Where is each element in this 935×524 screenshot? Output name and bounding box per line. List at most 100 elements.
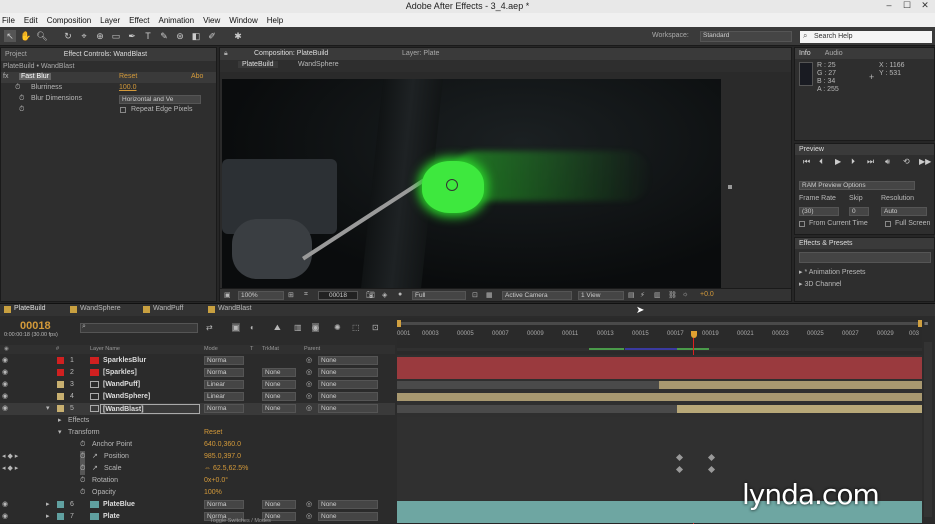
property-row[interactable]: ▸ Effects [0, 415, 395, 427]
comp-viewer[interactable] [222, 79, 721, 289]
transform-reset[interactable]: Reset [204, 427, 222, 439]
position-value[interactable]: 985.0,397.0 [204, 451, 241, 463]
property-row[interactable]: ⏱ Anchor Point 640.0,360.0 [0, 439, 395, 451]
clone-tool-icon[interactable]: ⊛ [174, 30, 186, 42]
next-frame-icon[interactable]: ⏵ [851, 157, 855, 167]
reset-link[interactable]: Reset [119, 73, 137, 80]
mode-dropdown[interactable]: Linear [204, 392, 244, 401]
from-current-checkbox[interactable] [799, 221, 805, 227]
mode-dropdown[interactable]: Linear [204, 380, 244, 389]
timeline-scrollbar[interactable] [924, 342, 932, 517]
work-area-end[interactable] [918, 320, 922, 327]
motion-blur-icon[interactable]: ◉ [312, 323, 319, 332]
layer-name[interactable]: [WandPuff] [103, 379, 140, 391]
eye-icon[interactable]: ◉ [2, 511, 8, 523]
parent-dropdown[interactable]: None [318, 500, 378, 509]
tab-composition[interactable]: Composition: PlateBuild [254, 48, 328, 59]
graph-icon[interactable]: ↗ [92, 463, 98, 475]
puppet-tool-icon[interactable]: ✱ [232, 30, 244, 42]
track-bar-wandsphere[interactable] [397, 393, 922, 401]
roto-brush-icon[interactable]: ✐ [206, 30, 218, 42]
preset-3d-channel[interactable]: ▸ 3D Channel [799, 280, 841, 288]
brainstorm-icon[interactable]: ✺ [334, 323, 341, 332]
playhead-handle[interactable] [691, 331, 697, 338]
mode-dropdown[interactable]: Norma [204, 368, 244, 377]
anchor-point-icon[interactable] [446, 179, 458, 191]
exposure-icon[interactable]: ☼ [682, 291, 688, 298]
time-ruler[interactable]: 0001 00003 00005 00007 00009 00011 00013… [397, 318, 922, 354]
hand-tool-icon[interactable]: ✋ [20, 30, 32, 42]
layer-row[interactable]: ◉ 2 [Sparkles] Norma None ◎ None [0, 367, 395, 379]
keyframe-nav-icon[interactable]: ◂ ◆ ▸ [2, 451, 18, 463]
menu-composition[interactable]: Composition [47, 16, 91, 25]
selection-tool-icon[interactable]: ↖ [4, 30, 16, 42]
prev-frame-icon[interactable]: ⏴ [819, 157, 823, 167]
expand-icon[interactable]: ⊡ [372, 323, 379, 332]
trkmat-dropdown[interactable]: None [262, 368, 296, 377]
layer-name[interactable]: SparklesBlur [103, 355, 146, 367]
zoom-dropdown[interactable]: 100% [238, 291, 284, 300]
timeline-tab-wandpuff[interactable]: WandPuff [153, 305, 183, 312]
parent-icon[interactable]: ◎ [306, 511, 312, 523]
label-color[interactable] [57, 405, 64, 412]
layer-name[interactable]: Plate [103, 511, 120, 523]
menu-effect[interactable]: Effect [129, 16, 149, 25]
hide-shy-icon[interactable]: ⛰ [274, 323, 281, 333]
label-color[interactable] [57, 393, 64, 400]
current-time-field[interactable]: 00018 [318, 291, 358, 300]
parent-dropdown[interactable]: None [318, 356, 378, 365]
pen-tool-icon[interactable]: ✒ [126, 30, 138, 42]
stopwatch-icon[interactable]: ⏱ [19, 95, 24, 103]
layer-row[interactable]: ◉ 3 [WandPuff] Linear None ◎ None [0, 379, 395, 391]
property-row[interactable]: ◂ ◆ ▸ ⏱ ↗ Position 985.0,397.0 [0, 451, 395, 463]
trkmat-dropdown[interactable]: None [262, 404, 296, 413]
layer-row[interactable]: ◉ ▸ 6 PlateBlue Norma None ◎ None [0, 499, 395, 511]
layer-row-selected[interactable]: ◉ ▾ 5 [WandBlast] Norma None ◎ None [0, 403, 395, 415]
eye-icon[interactable]: ◉ [2, 499, 8, 511]
tab-effects-presets[interactable]: Effects & Presets [799, 240, 853, 247]
layer-name[interactable]: [Sparkles] [103, 367, 137, 379]
stopwatch-icon[interactable]: ⏱ [15, 84, 20, 92]
effects-search-input[interactable] [799, 252, 931, 263]
stopwatch-active-icon[interactable]: ⏱ [80, 463, 86, 475]
about-link[interactable]: Abo [191, 73, 203, 80]
mode-dropdown[interactable]: Norma [204, 356, 244, 365]
first-frame-icon[interactable]: ⏮ [803, 157, 810, 167]
eye-icon[interactable]: ◉ [2, 391, 8, 403]
timeline-tab-wandsphere[interactable]: WandSphere [80, 305, 121, 312]
trkmat-dropdown[interactable]: None [262, 380, 296, 389]
eraser-tool-icon[interactable]: ◧ [190, 30, 202, 42]
zoom-tool-icon[interactable]: 🔍︎ [36, 30, 48, 42]
menu-layer[interactable]: Layer [100, 16, 120, 25]
graph-editor-icon[interactable]: ⬚ [352, 323, 360, 332]
flowchart-icon[interactable]: ⛓ [668, 291, 677, 299]
track-bar-wandpuff[interactable] [659, 381, 922, 389]
col-parent[interactable]: Parent [304, 346, 320, 352]
menu-edit[interactable]: Edit [24, 16, 38, 25]
ram-preview-icon[interactable]: ▶▶ [919, 157, 931, 166]
parent-icon[interactable]: ◎ [306, 379, 312, 391]
parent-icon[interactable]: ◎ [306, 355, 312, 367]
parent-dropdown[interactable]: None [318, 512, 378, 521]
opacity-value[interactable]: 100% [204, 487, 222, 499]
full-screen-checkbox[interactable] [885, 221, 891, 227]
label-color[interactable] [57, 357, 64, 364]
eye-icon[interactable]: ◉ [2, 355, 8, 367]
stopwatch-icon[interactable]: ⏱ [80, 475, 85, 487]
stopwatch-active-icon[interactable]: ⏱ [80, 451, 86, 463]
anchor-point-value[interactable]: 640.0,360.0 [204, 439, 241, 451]
stopwatch-icon[interactable]: ⏱ [80, 487, 85, 499]
trkmat-dropdown[interactable]: None [262, 392, 296, 401]
toggle-switches-modes-button[interactable]: Toggle Switches / Modes [210, 518, 271, 524]
stopwatch-icon[interactable]: ⏱ [19, 106, 24, 114]
blurriness-value[interactable]: 100.0 [119, 84, 137, 91]
mask-visibility-icon[interactable]: ⌗ [304, 291, 308, 299]
timeline-timecode[interactable]: 00018 [20, 320, 51, 332]
menu-view[interactable]: View [203, 16, 220, 25]
property-row[interactable]: ▾ Transform Reset [0, 427, 395, 439]
expand-arrow-icon[interactable]: ▾ [46, 403, 50, 415]
ram-preview-dropdown[interactable]: RAM Preview Options [799, 181, 915, 190]
col-trkmat[interactable]: TrkMat [262, 346, 279, 352]
timeline-tab-wandblast[interactable]: WandBlast [218, 305, 252, 312]
last-frame-icon[interactable]: ⏭ [867, 157, 874, 167]
